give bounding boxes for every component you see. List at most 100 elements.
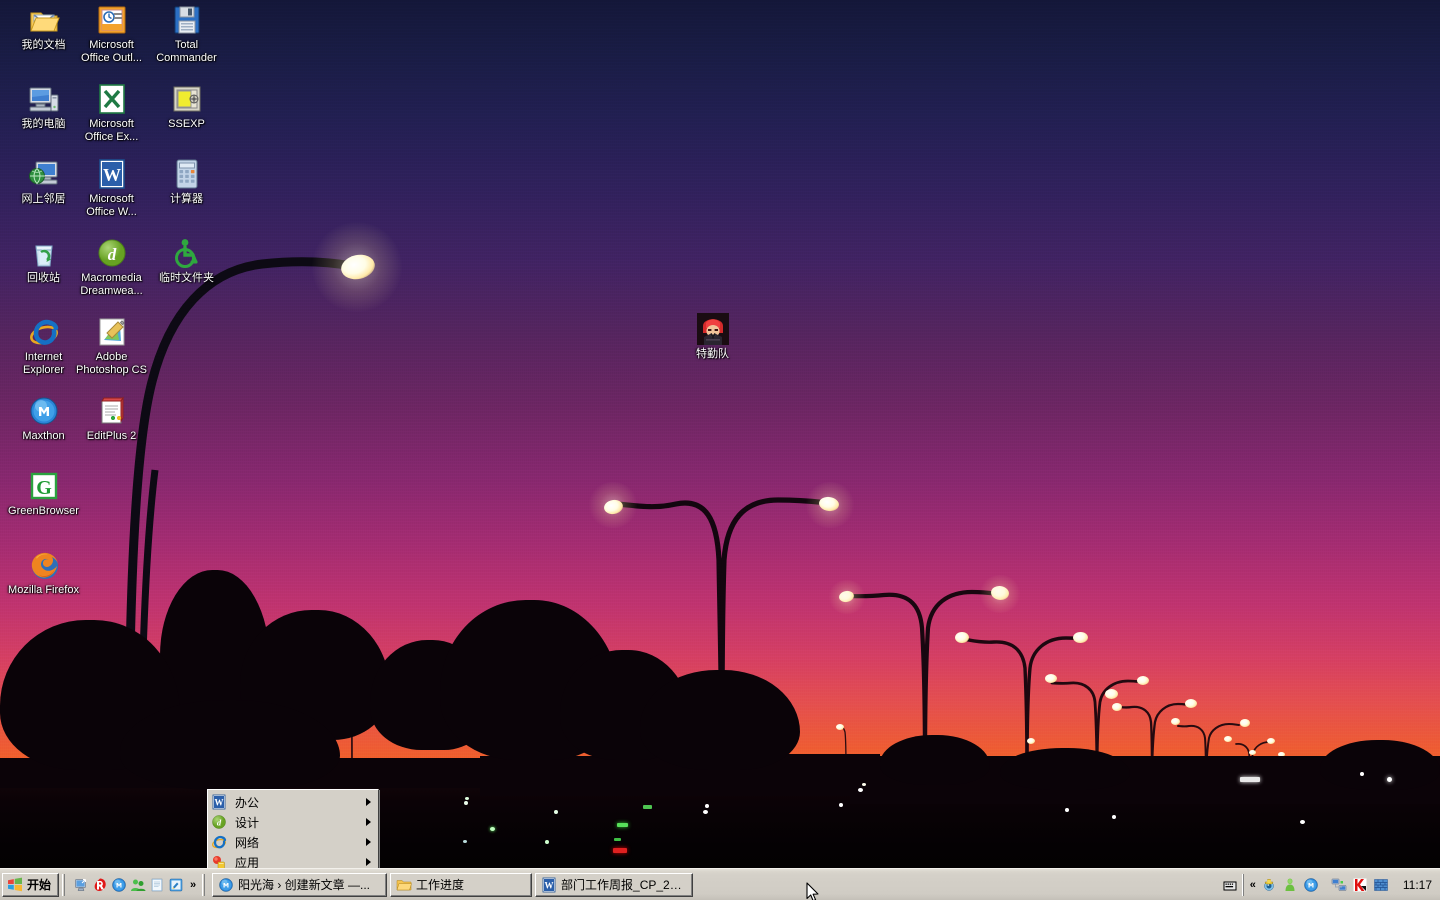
desktop-icon-recycle-bin[interactable]: 回收站 — [6, 237, 81, 285]
start-button-label: 开始 — [27, 878, 52, 892]
desktop-icon-network-places[interactable]: 网上邻居 — [6, 158, 81, 206]
desktop-icon-label: Adobe Photoshop CS — [76, 351, 147, 376]
tray-icons-group-2[interactable] — [1325, 874, 1395, 896]
taskbar[interactable]: 开始 » 阳光海 › 创建新文章 —... 工作进度 W 部门工作周报_CP_2… — [0, 868, 1440, 900]
desktop-icon-greenbrowser[interactable]: G GreenBrowser — [6, 470, 81, 518]
greenbrowser-icon: G — [28, 470, 60, 502]
desktop-icon-label: 我的文档 — [21, 39, 66, 51]
word-icon: W — [96, 158, 128, 190]
tray-firewall[interactable] — [1373, 877, 1389, 893]
desktop-icon-label: Total Commander — [156, 39, 217, 64]
desktop-icon-editplus[interactable]: EditPlus 2 — [74, 395, 149, 443]
excel-icon — [96, 83, 128, 115]
taskbar-window-button[interactable]: 阳光海 › 创建新文章 —... — [212, 872, 388, 897]
tray-clock[interactable]: 11:17 — [1395, 878, 1438, 892]
internet-explorer-icon — [28, 316, 60, 348]
tray-kaspersky-antivirus[interactable] — [1352, 877, 1368, 893]
system-tray[interactable]: « 11:17 — [1220, 873, 1438, 897]
desktop-icon-label: 回收站 — [27, 272, 60, 284]
quick-launch-chevron[interactable]: » — [187, 874, 199, 896]
desktop-icon-label: Microsoft Office Outl... — [81, 39, 142, 64]
quicklaunch-maxthon[interactable] — [111, 877, 127, 893]
quicklaunch-show-desktop[interactable] — [73, 877, 89, 893]
desktop-icon-label: 计算器 — [170, 193, 203, 205]
taskbar-window-button[interactable]: 工作进度 — [390, 872, 533, 897]
tray-maxthon-tray[interactable] — [1303, 877, 1319, 893]
desktop-icon-internet-explorer[interactable]: Internet Explorer — [6, 316, 81, 376]
desktop-icon-maxthon[interactable]: Maxthon — [6, 395, 81, 443]
my-documents-icon — [28, 4, 60, 36]
taskbar-grip[interactable] — [62, 873, 68, 896]
svg-text:W: W — [545, 880, 554, 890]
tray-qq[interactable] — [1282, 877, 1298, 893]
tray-network-connection[interactable] — [1331, 877, 1347, 893]
desktop-icon-dreamweaver[interactable]: d Macromedia Dreamwea... — [74, 237, 149, 297]
word-icon: W — [211, 794, 229, 810]
svg-text:W: W — [103, 165, 121, 185]
menu-item-dreamweaver[interactable]: d 设计 — [209, 812, 377, 832]
quick-launch-bar[interactable] — [70, 873, 187, 897]
start-button[interactable]: 开始 — [2, 872, 60, 897]
quicklaunch-realplayer[interactable] — [92, 877, 108, 893]
desktop-icon-label: EditPlus 2 — [86, 430, 137, 442]
desktop-icon-safe-box[interactable]: SSEXP — [149, 83, 224, 131]
svg-text:G: G — [36, 477, 52, 499]
menu-item-label: 设计 — [235, 815, 260, 830]
internet-explorer-icon — [211, 834, 229, 850]
taskbar-window-label: 阳光海 › 创建新文章 —... — [238, 878, 371, 892]
tray-expand-chevron[interactable]: « — [1250, 879, 1256, 891]
desktop-icon-area[interactable]: 我的文档 Microsoft Office Outl... Total Comm… — [0, 0, 1440, 868]
desktop-icon-label: Mozilla Firefox — [8, 584, 79, 596]
safe-box-icon — [171, 83, 203, 115]
task-button-list[interactable]: 阳光海 › 创建新文章 —... 工作进度 W 部门工作周报_CP_200... — [212, 872, 1220, 897]
desktop-icon-my-documents[interactable]: 我的文档 — [6, 4, 81, 52]
recycle-bin-icon — [28, 237, 60, 269]
editplus-icon — [96, 395, 128, 427]
maxthon-icon — [218, 877, 234, 893]
quicklaunch-editor[interactable] — [168, 877, 184, 893]
quicklaunch-notepad[interactable] — [149, 877, 165, 893]
my-computer-icon — [28, 83, 60, 115]
desktop-icon-calculator[interactable]: 计算器 — [149, 158, 224, 206]
desktop-icon-photoshop[interactable]: Adobe Photoshop CS — [74, 316, 149, 376]
desktop-icon-excel[interactable]: Microsoft Office Ex... — [74, 83, 149, 143]
submenu-arrow-icon — [366, 838, 371, 846]
desktop-icon-accessibility[interactable]: 临时文件夹 — [149, 237, 224, 285]
word-icon: W — [541, 877, 557, 893]
tray-icons-group-1[interactable]: « — [1242, 873, 1325, 896]
quicklaunch-messenger[interactable] — [130, 877, 146, 893]
submenu-arrow-icon — [366, 798, 371, 806]
menu-item-internet-explorer[interactable]: 网络 — [209, 832, 377, 852]
desktop-icon-label: Microsoft Office W... — [86, 193, 137, 218]
submenu-arrow-icon — [366, 818, 371, 826]
submenu-arrow-icon — [366, 858, 371, 866]
quick-launch-popup-menu[interactable]: W 办公 d 设计 网络 应用 — [207, 789, 379, 875]
desktop-icon-label: Microsoft Office Ex... — [84, 118, 139, 143]
outlook-icon — [96, 4, 128, 36]
desktop-icon-word[interactable]: W Microsoft Office W... — [74, 158, 149, 218]
menu-item-word[interactable]: W 办公 — [209, 792, 377, 812]
folder-icon — [396, 877, 412, 893]
taskbar-window-label: 部门工作周报_CP_200... — [561, 878, 688, 892]
keyboard-icon[interactable] — [1220, 874, 1240, 896]
game-character-icon — [696, 313, 729, 345]
taskbar-window-button[interactable]: W 部门工作周报_CP_200... — [535, 872, 694, 897]
menu-item-label: 办公 — [235, 795, 260, 810]
desktop-icon-my-computer[interactable]: 我的电脑 — [6, 83, 81, 131]
desktop-icon-label: 我的电脑 — [21, 118, 66, 130]
taskbar-window-label: 工作进度 — [416, 878, 465, 892]
desktop-icon-outlook[interactable]: Microsoft Office Outl... — [74, 4, 149, 64]
svg-text:d: d — [107, 245, 116, 264]
maxthon-icon — [28, 395, 60, 427]
menu-item-label: 网络 — [235, 835, 260, 850]
desktop-icon-firefox[interactable]: Mozilla Firefox — [6, 549, 81, 597]
desktop-icon-game-character[interactable]: 特勤队 — [675, 313, 750, 361]
network-places-icon — [28, 158, 60, 190]
taskbar-grip[interactable] — [202, 873, 208, 896]
desktop-icon-floppy-disk[interactable]: Total Commander — [149, 4, 224, 64]
dreamweaver-icon: d — [211, 814, 229, 830]
svg-text:W: W — [215, 798, 224, 808]
desktop-icon-label: Maxthon — [22, 430, 65, 442]
tray-webcam[interactable] — [1261, 877, 1277, 893]
desktop-icon-label: 特勤队 — [696, 348, 729, 360]
